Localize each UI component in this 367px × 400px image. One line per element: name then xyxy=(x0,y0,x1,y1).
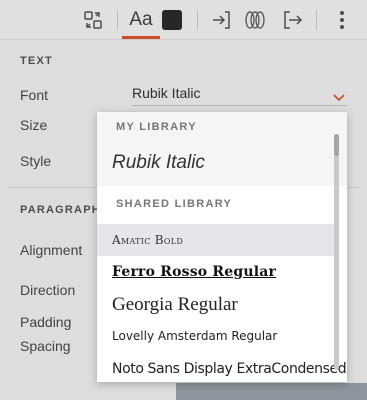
scrollbar-track xyxy=(334,134,339,370)
toolbar: Aa xyxy=(0,0,367,40)
spacing-label: Spacing xyxy=(20,338,71,354)
active-tab-indicator xyxy=(122,36,160,39)
exit-icon[interactable] xyxy=(280,0,304,40)
toolbar-separator xyxy=(316,10,317,30)
font-option-lovelly-amsterdam-regular[interactable]: Lovelly Amsterdam Regular xyxy=(112,329,277,343)
paragraph-section-title: PARAGRAPH xyxy=(20,204,101,216)
font-option-ferro-rosso-regular[interactable]: Ferro Rosso Regular xyxy=(112,264,276,280)
scrollbar-thumb[interactable] xyxy=(334,134,339,156)
font-option-noto-sans-display-extracondensed[interactable]: Noto Sans Display ExtraCondensed xyxy=(112,361,347,377)
chevron-down-icon xyxy=(333,89,345,107)
enter-icon[interactable] xyxy=(209,0,233,40)
stack-icon[interactable] xyxy=(242,0,268,40)
more-icon[interactable] xyxy=(332,0,352,40)
my-library-header: MY LIBRARY xyxy=(116,121,197,133)
text-style-label: Aa xyxy=(129,9,153,30)
font-select[interactable]: Rubik Italic xyxy=(132,84,347,106)
padding-label: Padding xyxy=(20,314,72,330)
alignment-label: Alignment xyxy=(20,242,83,258)
text-section-title: TEXT xyxy=(20,55,53,67)
size-label: Size xyxy=(20,117,48,133)
canvas-preview xyxy=(176,383,367,400)
direction-label: Direction xyxy=(20,282,76,298)
font-option-georgia-regular[interactable]: Georgia Regular xyxy=(112,294,238,316)
toolbar-separator xyxy=(117,10,118,30)
font-dropdown: MY LIBRARY Rubik Italic SHARED LIBRARY A… xyxy=(97,112,347,382)
shared-library-header: SHARED LIBRARY xyxy=(116,198,233,210)
font-option-rubik-italic[interactable]: Rubik Italic xyxy=(112,152,205,174)
dropdown-scrollbar[interactable] xyxy=(333,132,341,372)
toolbar-separator xyxy=(197,10,198,30)
shared-library-section: SHARED LIBRARY Amatic Bold Ferro Rosso R… xyxy=(97,186,347,382)
color-swatch-icon[interactable] xyxy=(161,0,183,40)
text-style-icon[interactable]: Aa xyxy=(128,0,154,40)
font-option-amatic-bold[interactable]: Amatic Bold xyxy=(112,233,183,247)
font-select-value: Rubik Italic xyxy=(132,85,201,101)
font-label: Font xyxy=(20,87,49,103)
style-label: Style xyxy=(20,153,52,169)
layout-swap-icon[interactable] xyxy=(80,0,106,40)
